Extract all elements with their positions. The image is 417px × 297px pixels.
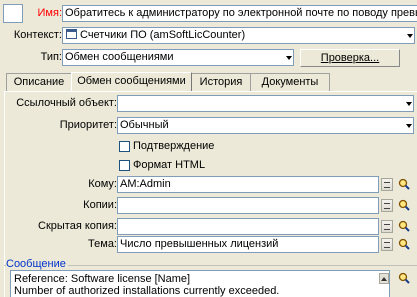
record-indicator bbox=[3, 4, 23, 23]
chevron-down-icon[interactable] bbox=[284, 50, 293, 65]
search-icon[interactable] bbox=[397, 177, 411, 191]
search-icon[interactable] bbox=[397, 237, 411, 251]
bcc-label: Скрытая копия: bbox=[38, 220, 117, 232]
ref-object-label: Ссылочный объект: bbox=[16, 97, 117, 109]
type-value: Обмен сообщениями bbox=[65, 51, 174, 63]
subject-label: Тема: bbox=[88, 238, 117, 250]
context-field[interactable]: Счетчики ПО (amSoftLicCounter) bbox=[62, 27, 415, 44]
confirm-checkbox[interactable] bbox=[119, 141, 130, 152]
tab-description[interactable]: Описание bbox=[6, 73, 72, 91]
name-label: Имя: bbox=[37, 7, 62, 19]
bcc-field[interactable] bbox=[117, 218, 379, 235]
tab-documents[interactable]: Документы bbox=[250, 73, 330, 91]
message-body[interactable]: Reference: Software license [Name] Numbe… bbox=[10, 270, 390, 297]
type-select[interactable]: Обмен сообщениями bbox=[62, 49, 294, 66]
chevron-down-icon[interactable] bbox=[405, 28, 414, 43]
message-line: Reference: Software license [Name] bbox=[14, 273, 191, 285]
cc-field[interactable] bbox=[117, 197, 379, 214]
address-book-button[interactable] bbox=[381, 238, 393, 251]
to-label: Кому: bbox=[88, 178, 117, 190]
type-label: Тип: bbox=[40, 51, 62, 63]
scroll-up-button[interactable] bbox=[379, 273, 389, 284]
priority-value: Обычный bbox=[120, 119, 169, 131]
cc-label: Копии: bbox=[83, 199, 117, 211]
check-button-label: Проверка... bbox=[320, 52, 380, 64]
search-icon[interactable] bbox=[397, 198, 411, 212]
confirm-label: Подтверждение bbox=[133, 140, 215, 152]
address-book-button[interactable] bbox=[381, 220, 393, 233]
tab-history[interactable]: История bbox=[191, 73, 251, 91]
check-button[interactable]: Проверка... bbox=[300, 49, 400, 67]
chevron-down-icon[interactable] bbox=[404, 96, 413, 111]
search-icon[interactable] bbox=[397, 219, 411, 233]
to-field[interactable]: AM:Admin bbox=[117, 176, 379, 193]
html-format-checkbox[interactable] bbox=[119, 160, 130, 171]
chevron-down-icon[interactable] bbox=[404, 118, 413, 133]
ref-object-field[interactable] bbox=[117, 95, 414, 112]
address-book-button[interactable] bbox=[381, 178, 393, 191]
priority-label: Приоритет: bbox=[59, 119, 117, 131]
priority-select[interactable]: Обычный bbox=[117, 117, 414, 134]
html-format-label: Формат HTML bbox=[133, 159, 206, 171]
context-value: Счетчики ПО (amSoftLicCounter) bbox=[80, 29, 246, 41]
search-icon[interactable] bbox=[397, 271, 411, 285]
context-label: Контекст: bbox=[13, 29, 62, 41]
name-field[interactable]: Обратитесь к администратору по электронн… bbox=[62, 5, 417, 22]
tab-messaging[interactable]: Обмен сообщениями bbox=[71, 72, 192, 91]
address-book-button[interactable] bbox=[381, 199, 393, 212]
subject-field[interactable]: Число превышенных лицензий bbox=[117, 236, 379, 253]
table-icon bbox=[66, 29, 77, 39]
message-line: Number of authorized installations curre… bbox=[14, 285, 280, 297]
